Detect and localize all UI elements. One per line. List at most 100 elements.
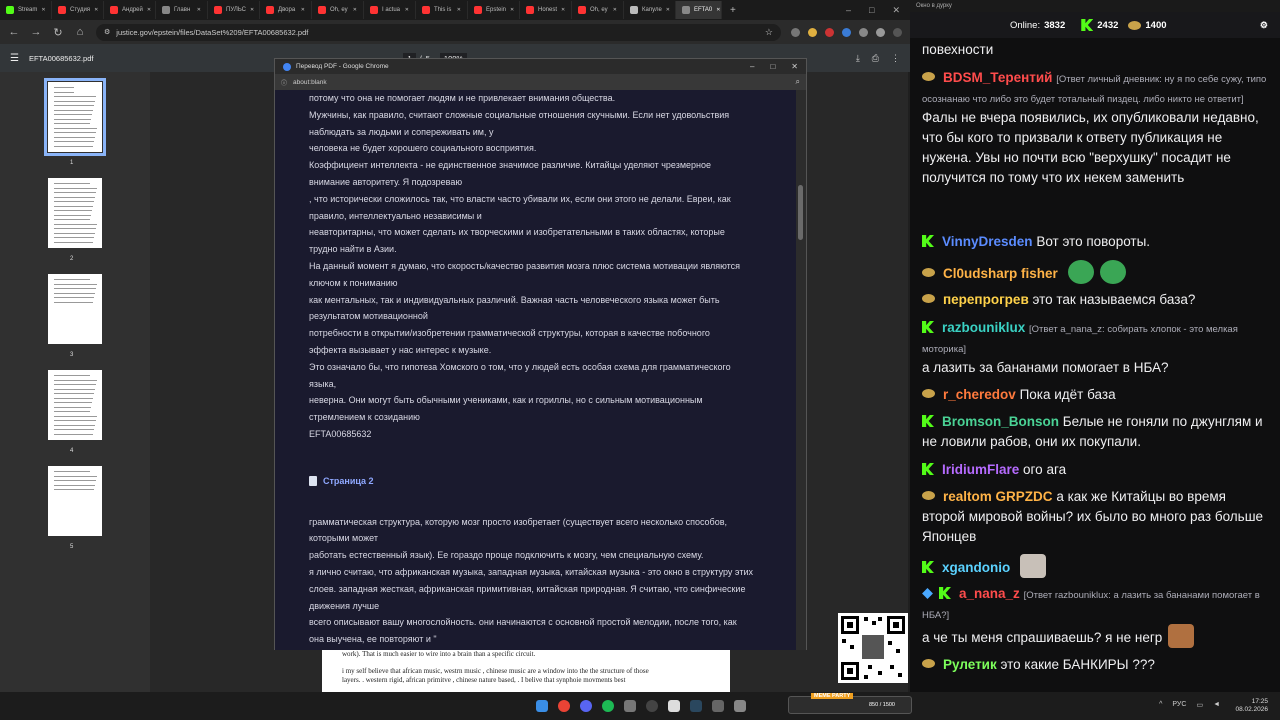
browser-tab[interactable]: Stream ✕ [0, 1, 52, 19]
chat-username[interactable]: перепрогрев [943, 292, 1029, 307]
maximize-icon[interactable]: □ [869, 5, 874, 16]
tab-close-icon[interactable]: ✕ [510, 7, 514, 13]
chat-username[interactable]: Рулетик [943, 657, 997, 672]
browser-tab[interactable]: EFTA0 ✕ [676, 1, 722, 19]
browser-tab[interactable]: This is ✕ [416, 1, 468, 19]
browser-tab[interactable]: Epstein ✕ [468, 1, 520, 19]
chat-username[interactable]: Cl0udsharp fisher [943, 266, 1058, 281]
page-thumbnail[interactable] [44, 78, 106, 156]
chat-username[interactable]: r_cheredov [943, 387, 1016, 402]
home-icon[interactable]: ⌂ [74, 26, 86, 38]
extension-icon[interactable] [791, 27, 800, 37]
tab-close-icon[interactable]: ✕ [405, 7, 409, 13]
extension-icon[interactable] [859, 27, 868, 37]
extension-icon[interactable] [825, 27, 834, 37]
chat-message: BDSM_Терентий [Ответ личный дневник: ну … [922, 68, 1267, 188]
tab-favicon-icon [630, 6, 638, 14]
scrollbar-thumb[interactable] [798, 185, 803, 240]
close-icon[interactable]: ✕ [892, 5, 900, 16]
app-icon[interactable] [668, 700, 680, 712]
profile-avatar[interactable] [876, 27, 885, 37]
browser-tab[interactable]: Oh, ey ✕ [572, 1, 624, 19]
browser-tab[interactable]: Oh, ey ✕ [312, 1, 364, 19]
back-icon[interactable]: ← [8, 26, 20, 38]
print-icon[interactable]: ⎙ [872, 53, 879, 64]
clock[interactable]: 17:25 08.02.2026 [1235, 698, 1268, 714]
thumb-text-line [54, 105, 94, 106]
thumb-text-line [54, 210, 92, 211]
extension-icon[interactable] [842, 27, 851, 37]
tab-close-icon[interactable]: ✕ [147, 7, 151, 13]
browser-tab[interactable]: Двора ✕ [260, 1, 312, 19]
app-icon[interactable] [646, 700, 658, 712]
browser-tab[interactable]: ПУЛЬС ✕ [208, 1, 260, 19]
tab-close-icon[interactable]: ✕ [301, 7, 305, 13]
app-icon[interactable] [734, 700, 746, 712]
network-icon[interactable]: ▭ [1196, 701, 1203, 709]
chat-username[interactable]: BDSM_Терентий [943, 70, 1052, 85]
sidebar-menu-icon[interactable]: ☰ [10, 53, 19, 64]
app-icon[interactable] [690, 700, 702, 712]
chat-username[interactable]: Bromson_Bonson [942, 414, 1059, 429]
chat-username[interactable]: IridiumFlare [942, 462, 1019, 477]
chrome-icon[interactable] [558, 700, 570, 712]
address-bar[interactable]: ⚙ justice.gov/epstein/files/DataSet%209/… [96, 23, 781, 41]
tab-favicon-icon [110, 6, 118, 14]
thumb-text-line [54, 241, 93, 243]
spotify-icon[interactable] [602, 700, 614, 712]
bookmark-star-icon[interactable]: ☆ [765, 27, 773, 38]
tab-close-icon[interactable]: ✕ [561, 7, 565, 13]
chat-username[interactable]: xgandonio [942, 560, 1010, 575]
page-thumbnail[interactable] [48, 466, 102, 536]
explorer-icon[interactable] [580, 700, 592, 712]
chat-username[interactable]: a_nana_z [959, 586, 1020, 601]
tab-close-icon[interactable]: ✕ [94, 7, 98, 13]
download-icon[interactable]: ⤓ [856, 53, 860, 64]
extension-icon[interactable] [808, 27, 817, 37]
tab-close-icon[interactable]: ✕ [41, 7, 45, 13]
page-thumbnail[interactable] [48, 370, 102, 440]
tab-close-icon[interactable]: ✕ [197, 7, 201, 13]
tab-close-icon[interactable]: ✕ [613, 7, 617, 13]
browser-tab[interactable]: Honest ✕ [520, 1, 572, 19]
thumb-text-line [54, 471, 90, 472]
browser-tab[interactable]: I actua ✕ [364, 1, 416, 19]
site-info-icon[interactable]: ⚙ [104, 28, 110, 36]
browser-tab[interactable]: Андрей ✕ [104, 1, 156, 19]
page-thumbnail[interactable] [48, 274, 102, 344]
app-icon[interactable] [712, 700, 724, 712]
site-info-icon[interactable]: ⓘ [281, 78, 287, 87]
more-options-icon[interactable]: ⋮ [891, 53, 900, 64]
chat-username[interactable]: razbouniklux [942, 320, 1025, 335]
menu-icon[interactable] [893, 27, 902, 37]
minimize-icon[interactable]: – [750, 62, 754, 71]
browser-tab[interactable]: Студия ✕ [52, 1, 104, 19]
tab-close-icon[interactable]: ✕ [457, 7, 461, 13]
volume-icon[interactable]: ◄ [1213, 701, 1220, 709]
start-icon[interactable] [536, 700, 548, 712]
minimize-icon[interactable]: – [846, 5, 851, 16]
browser-tab[interactable]: Главн ✕ [156, 1, 208, 19]
tab-close-icon[interactable]: ✕ [250, 7, 254, 13]
browser-tab[interactable]: Капуле ✕ [624, 1, 676, 19]
language-indicator[interactable]: РУС [1172, 701, 1186, 709]
app-icon[interactable] [624, 700, 636, 712]
settings-gear-icon[interactable]: ⚙ [1260, 20, 1268, 31]
maximize-icon[interactable]: □ [770, 62, 775, 71]
forward-icon[interactable]: → [30, 26, 42, 38]
popup-scrollbar[interactable] [796, 90, 806, 650]
reload-icon[interactable]: ↻ [52, 26, 64, 39]
tab-close-icon[interactable]: ✕ [666, 7, 670, 13]
chat-username[interactable]: realtom [943, 489, 992, 504]
tab-close-icon[interactable]: ✕ [353, 7, 357, 13]
zoom-icon[interactable]: ⌕ [796, 77, 800, 87]
chat-username[interactable]: VinnyDresden [942, 234, 1033, 249]
thumb-text-line [54, 132, 96, 133]
potato-badge-icon [922, 659, 935, 668]
chat-mention[interactable]: GRPZDC [996, 489, 1053, 504]
close-icon[interactable]: ✕ [791, 62, 798, 71]
new-tab-button[interactable]: + [730, 5, 736, 16]
chevron-up-icon[interactable]: ^ [1159, 701, 1162, 709]
tab-close-icon[interactable]: ✕ [716, 7, 720, 13]
page-thumbnail[interactable] [48, 178, 102, 248]
